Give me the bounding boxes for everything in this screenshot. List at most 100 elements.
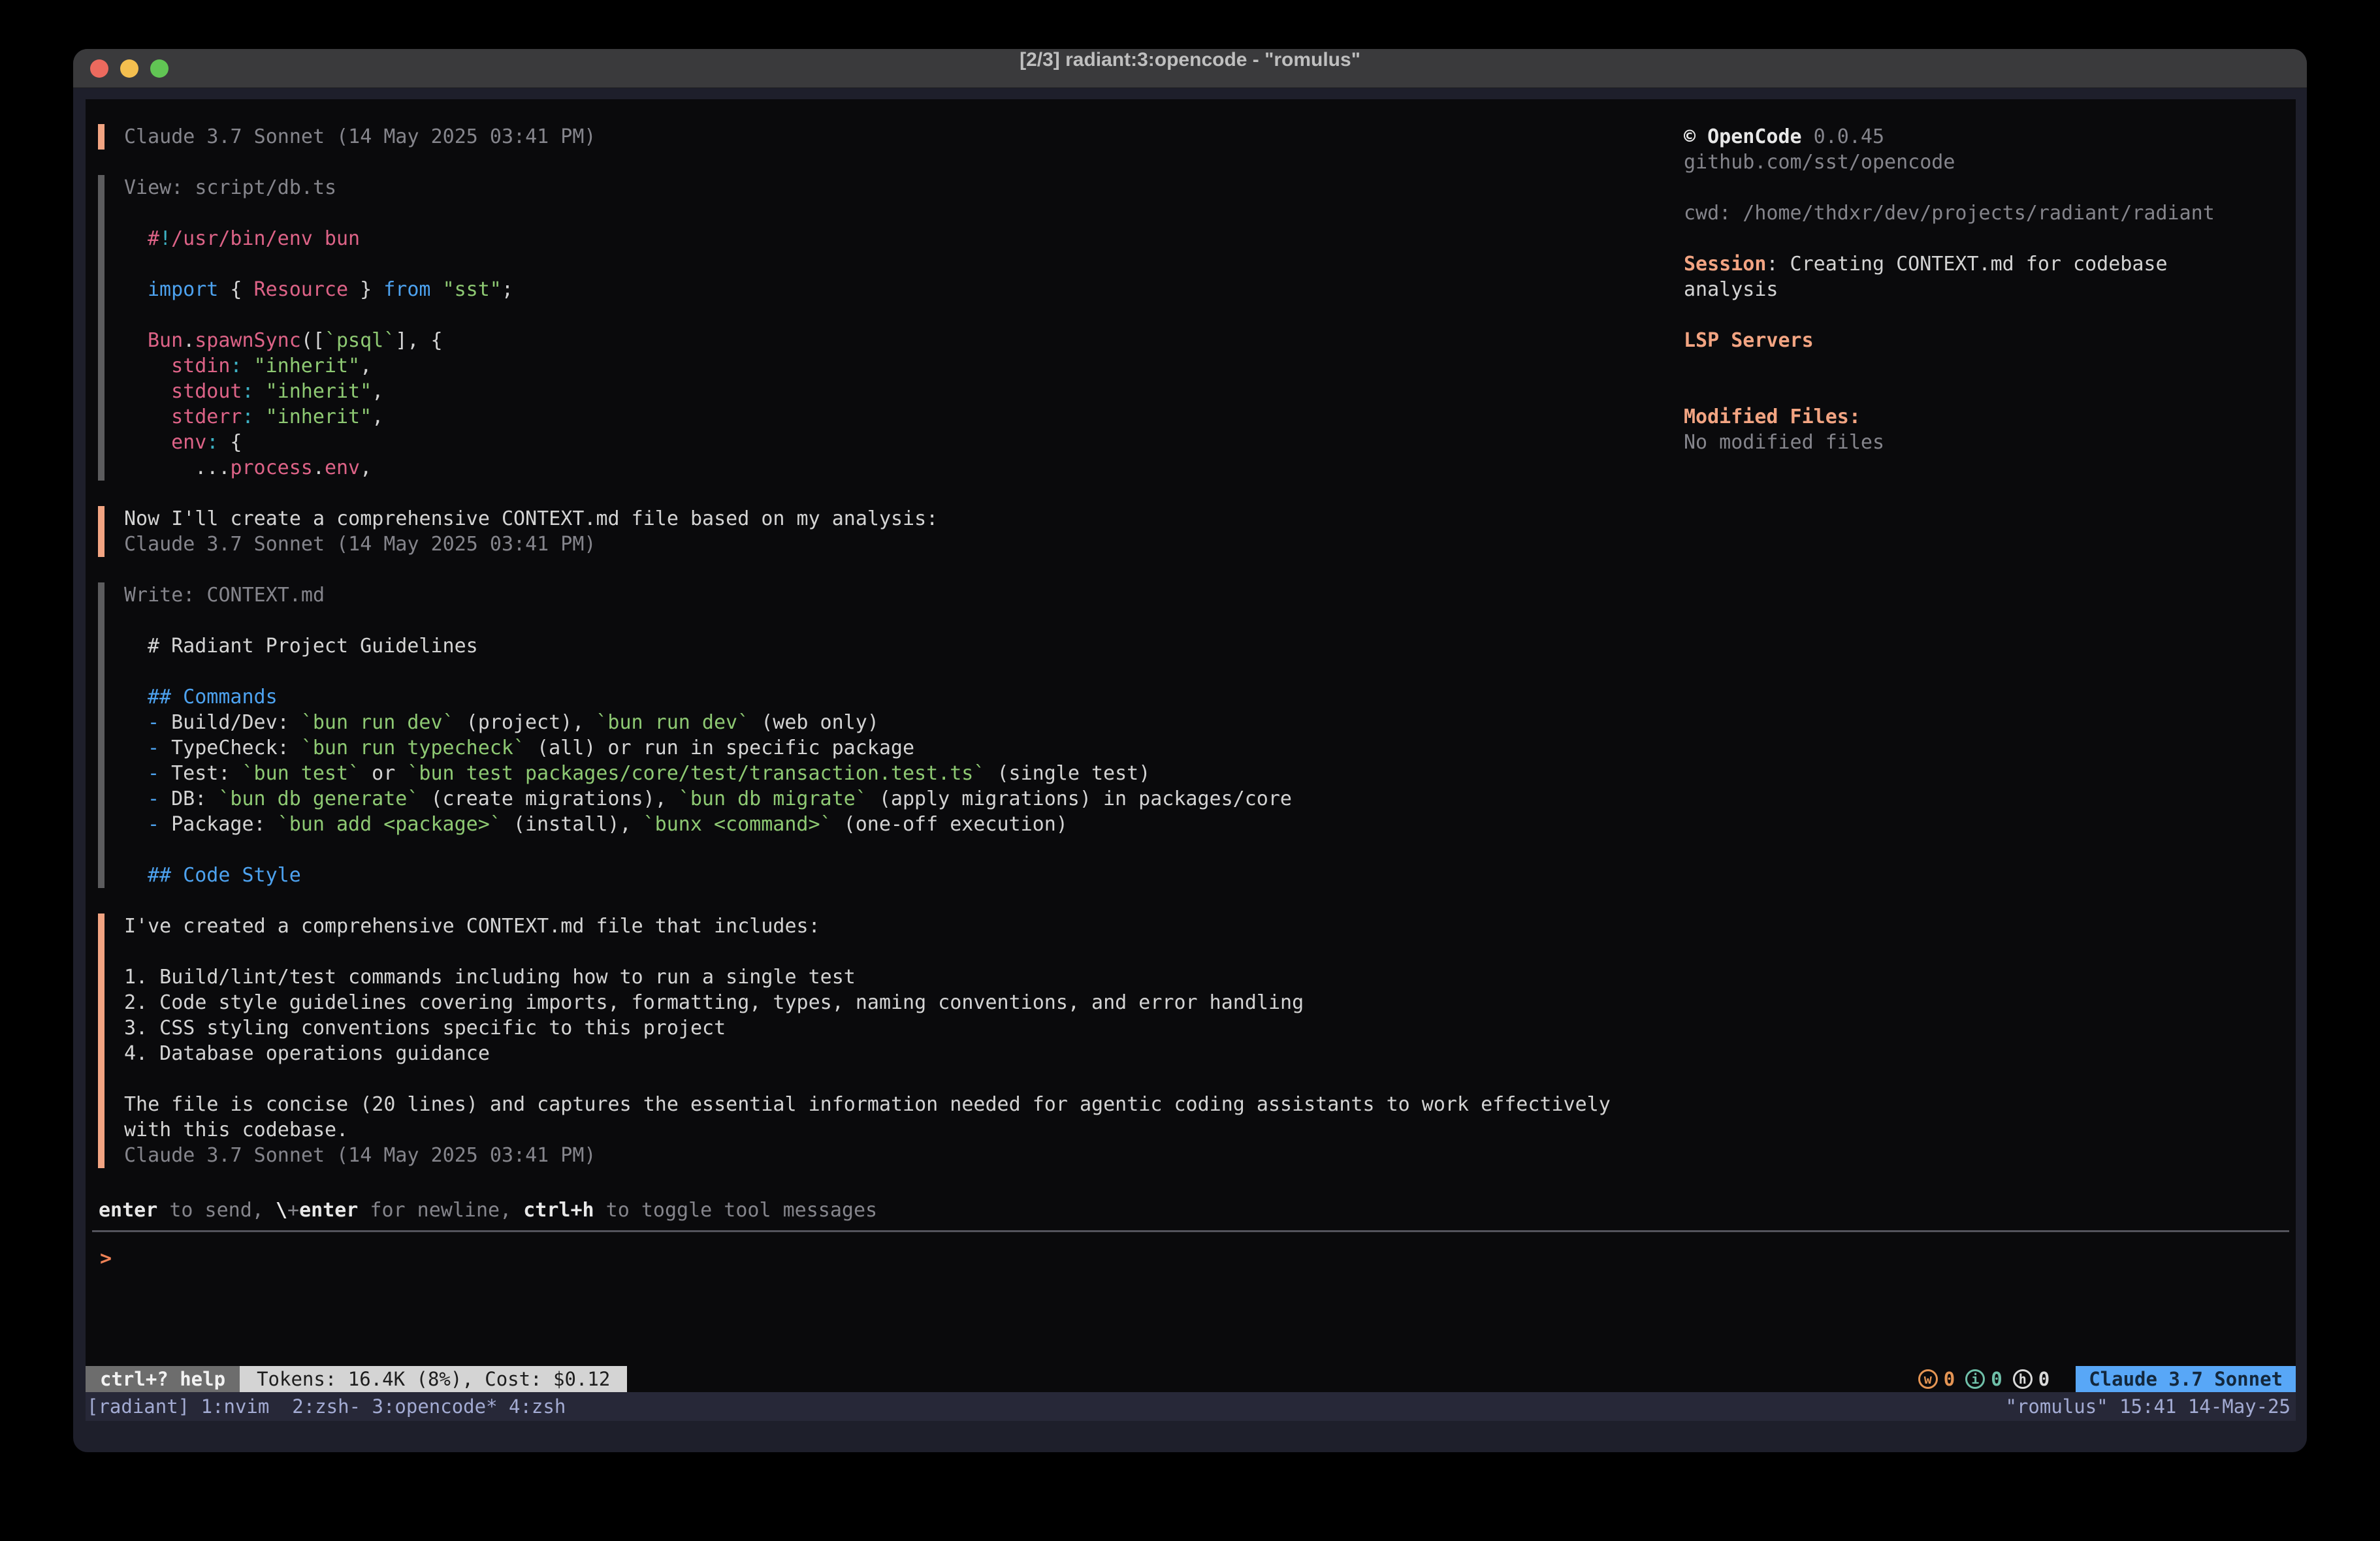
text-segment: Now I'll create a comprehensive CONTEXT.… [124, 507, 938, 530]
text-segment [242, 355, 254, 377]
text-segment: + [287, 1199, 299, 1222]
text-segment [148, 355, 171, 377]
text-segment: analysis [1684, 278, 1778, 301]
text-segment: 1. Build/lint/test commands including ho… [124, 966, 856, 989]
text-line [1684, 175, 2215, 200]
text-line: env: { [124, 430, 513, 455]
text-segment: `bun db migrate` [679, 787, 867, 810]
text-segment: - [148, 711, 171, 734]
text-segment: (install), [502, 813, 643, 836]
text-segment: spawnSync [195, 329, 301, 352]
text-line: View: script/db.ts [124, 175, 513, 200]
keyboard-hints: enter to send, \+enter for newline, ctrl… [99, 1198, 877, 1223]
text-segment: Claude 3.7 Sonnet (14 May 2025 03:41 PM) [124, 125, 596, 148]
text-segment: `bun run typecheck` [301, 737, 525, 759]
text-line: Modified Files: [1684, 404, 2215, 430]
text-line: ## Code Style [124, 863, 1292, 888]
text-segment: `bun test packages/core/test/transaction… [407, 762, 985, 785]
text-segment: : [242, 380, 254, 403]
text-segment: } [348, 278, 383, 301]
text-line [1684, 353, 2215, 379]
text-segment: - [148, 787, 171, 810]
text-segment: : [242, 405, 254, 428]
text-segment: import [148, 278, 218, 301]
tmux-window-list[interactable]: [radiant] 1:nvim 2:zsh- 3:opencode* 4:zs… [87, 1395, 566, 1418]
text-segment: 3. CSS styling conventions specific to t… [124, 1017, 726, 1040]
text-line: ## Commands [124, 684, 1292, 710]
text-line: cwd: /home/thdxr/dev/projects/radiant/ra… [1684, 200, 2215, 226]
text-segment [254, 380, 266, 403]
text-line: - Build/Dev: `bun run dev` (project), `b… [124, 710, 1292, 735]
text-segment: "inherit" [266, 380, 372, 403]
text-segment: View: script/db.ts [124, 176, 336, 199]
text-segment: , [360, 456, 372, 479]
text-segment: `bun run dev` [596, 711, 749, 734]
text-segment: github.com/sst/opencode [1684, 151, 1955, 174]
text-segment: with this codebase. [124, 1119, 348, 1141]
text-line: ...process.env, [124, 455, 513, 481]
window-titlebar: [2/3] radiant:3:opencode - "romulus" [73, 49, 2307, 88]
text-line: The file is concise (20 lines) and captu… [124, 1092, 1611, 1117]
text-line [124, 1066, 1611, 1092]
hint-count: 0 [2038, 1368, 2050, 1390]
text-segment: © OpenCode [1684, 125, 1802, 148]
text-line [1684, 379, 2215, 404]
info-icon: i [1965, 1369, 1985, 1389]
text-segment: ([ [301, 329, 325, 352]
text-line [124, 608, 1292, 633]
text-segment: { [218, 278, 253, 301]
text-line [1684, 302, 2215, 328]
text-segment: Claude 3.7 Sonnet (14 May 2025 03:41 PM) [124, 1144, 596, 1167]
text-segment: /usr/bin/env bun [171, 227, 360, 250]
sidebar: © OpenCode 0.0.45github.com/sst/opencode… [1684, 124, 2215, 455]
text-line: Write: CONTEXT.md [124, 582, 1292, 608]
text-line: analysis [1684, 277, 2215, 302]
text-line: #!/usr/bin/env bun [124, 226, 513, 251]
text-segment: 2. Code style guidelines covering import… [124, 991, 1304, 1014]
text-line: © OpenCode 0.0.45 [1684, 124, 2215, 150]
text-line: 1. Build/lint/test commands including ho… [124, 964, 1611, 990]
text-segment [431, 278, 443, 301]
text-segment: `bun db generate` [218, 787, 419, 810]
model-chip[interactable]: Claude 3.7 Sonnet [2076, 1366, 2296, 1392]
text-segment: - [148, 737, 171, 759]
text-segment: (project), [455, 711, 596, 734]
tmux-session-info: "romulus" 15:41 14-May-25 [2006, 1395, 2291, 1418]
text-segment: (web only) [749, 711, 879, 734]
text-segment: `bunx <command>` [643, 813, 832, 836]
text-segment: ! [159, 227, 171, 250]
text-segment: , [372, 380, 383, 403]
text-segment [148, 380, 171, 403]
terminal-window: [2/3] radiant:3:opencode - "romulus" Cla… [73, 49, 2307, 1452]
text-segment: , [372, 405, 383, 428]
text-segment: to toggle tool messages [594, 1199, 877, 1222]
text-segment [148, 405, 171, 428]
text-line: - DB: `bun db generate` (create migratio… [124, 786, 1292, 812]
text-segment: - [148, 762, 171, 785]
text-segment: 0.0.45 [1802, 125, 1884, 148]
text-segment: env [325, 456, 360, 479]
text-line: - TypeCheck: `bun run typecheck` (all) o… [124, 735, 1292, 761]
text-segment: ctrl+h [523, 1199, 594, 1222]
text-segment: ... [148, 456, 230, 479]
text-line [1684, 226, 2215, 251]
prompt-input[interactable]: > [100, 1246, 2281, 1271]
help-chip[interactable]: ctrl+? help [86, 1366, 240, 1392]
text-line: # Radiant Project Guidelines [124, 633, 1292, 659]
text-segment [148, 431, 171, 454]
text-segment: ], { [395, 329, 442, 352]
tool-write-block: Write: CONTEXT.md # Radiant Project Guid… [98, 582, 1292, 888]
text-segment: : [206, 431, 218, 454]
text-line: Now I'll create a comprehensive CONTEXT.… [124, 506, 938, 532]
text-segment: Session [1684, 253, 1766, 276]
text-segment: : Creating CONTEXT.md for codebase [1766, 253, 2167, 276]
text-segment: DB: [171, 787, 218, 810]
text-segment: (all) or run in specific package [525, 737, 914, 759]
text-segment: Test: [171, 762, 242, 785]
message-header-block: Claude 3.7 Sonnet (14 May 2025 03:41 PM) [98, 124, 596, 150]
text-segment: LSP Servers [1684, 329, 1814, 352]
text-line: LSP Servers [1684, 328, 2215, 353]
tmux-status-bar: [radiant] 1:nvim 2:zsh- 3:opencode* 4:zs… [86, 1392, 2296, 1421]
text-segment: 4. Database operations guidance [124, 1042, 490, 1065]
text-line: Claude 3.7 Sonnet (14 May 2025 03:41 PM) [124, 532, 938, 557]
